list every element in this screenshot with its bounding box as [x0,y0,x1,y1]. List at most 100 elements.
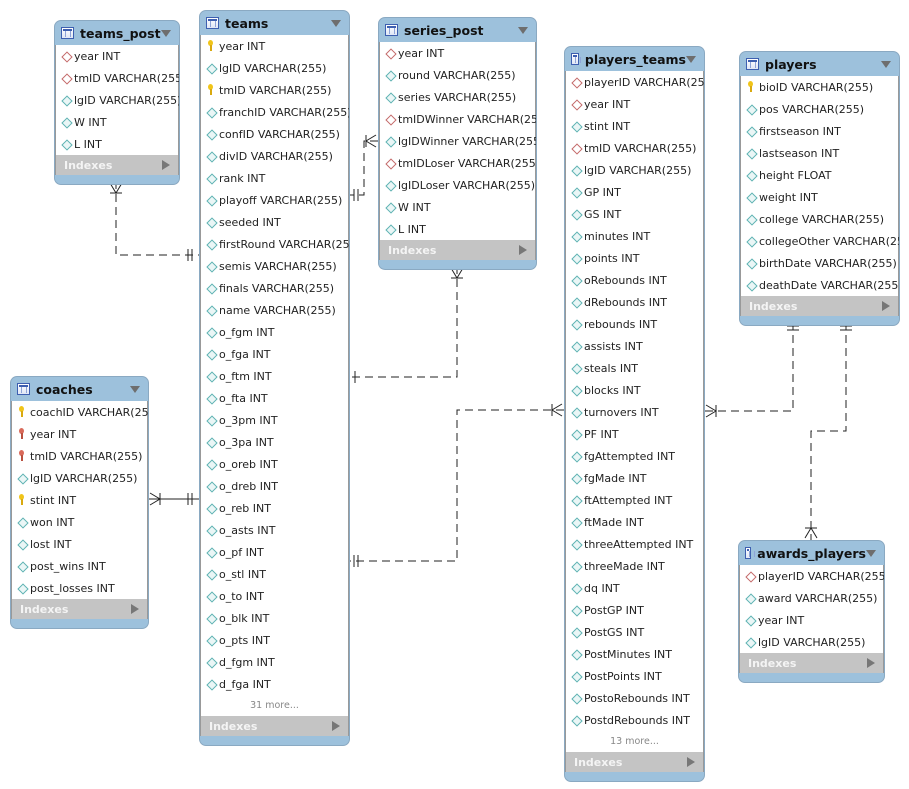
column-row[interactable]: points INT [566,247,703,269]
column-row[interactable]: playerID VARCHAR(255) [566,71,704,93]
column-row[interactable]: lost INT [12,533,147,555]
column-row[interactable]: fgAttempted INT [566,445,703,467]
relationship-teams_post-teams[interactable] [109,181,199,261]
column-row[interactable]: tmID VARCHAR(255) [566,137,703,159]
column-row[interactable]: GS INT [566,203,703,225]
column-row[interactable]: o_pf INT [201,541,348,563]
expand-arrow-icon[interactable] [687,757,695,767]
column-row[interactable]: divID VARCHAR(255) [201,145,348,167]
column-row[interactable]: playoff VARCHAR(255) [201,189,348,211]
expand-arrow-icon[interactable] [882,301,890,311]
relationship-series_post-teams-2[interactable] [349,266,464,383]
relationship-series_post-teams-1[interactable] [349,134,378,201]
column-row[interactable]: year INT [380,42,535,64]
column-row[interactable]: year INT [56,45,178,67]
more-columns-link[interactable]: 31 more... [201,695,348,716]
relationship-players_teams-players[interactable] [704,322,799,418]
column-row[interactable]: lgID VARCHAR(255) [56,89,179,111]
column-row[interactable]: confID VARCHAR(255) [201,123,348,145]
column-row[interactable]: d_fga INT [201,673,348,695]
column-row[interactable]: stint INT [566,115,703,137]
column-row[interactable]: o_fgm INT [201,321,348,343]
column-row[interactable]: semis VARCHAR(255) [201,255,348,277]
column-row[interactable]: o_3pa INT [201,431,348,453]
more-columns-link[interactable]: 13 more... [566,731,703,752]
column-row[interactable]: post_losses INT [12,577,147,599]
column-row[interactable]: weight INT [741,186,898,208]
column-row[interactable]: franchID VARCHAR(255) [201,101,349,123]
column-row[interactable]: o_fta INT [201,387,348,409]
column-row[interactable]: round VARCHAR(255) [380,64,535,86]
column-row[interactable]: PF INT [566,423,703,445]
column-row[interactable]: threeAttempted INT [566,533,703,555]
table-header[interactable]: teams [200,11,349,35]
column-row[interactable]: o_pts INT [201,629,348,651]
column-row[interactable]: L INT [380,218,535,240]
table-header[interactable]: coaches [11,377,148,401]
column-row[interactable]: tmIDWinner VARCHAR(255) [380,108,536,130]
column-row[interactable]: deathDate VARCHAR(255) [741,274,899,296]
table-header[interactable]: players [740,52,899,76]
dropdown-arrow-icon[interactable] [518,26,528,34]
dropdown-arrow-icon[interactable] [866,549,876,557]
column-row[interactable]: o_oreb INT [201,453,348,475]
table-players_teams[interactable]: players_teams playerID VARCHAR(255) year I… [564,46,705,782]
column-row[interactable]: birthDate VARCHAR(255) [741,252,898,274]
column-row[interactable]: lgIDWinner VARCHAR(255) [380,130,536,152]
column-row[interactable]: W INT [56,111,178,133]
column-row[interactable]: ftAttempted INT [566,489,703,511]
column-row[interactable]: o_ftm INT [201,365,348,387]
dropdown-arrow-icon[interactable] [881,60,891,68]
expand-arrow-icon[interactable] [867,658,875,668]
column-row[interactable]: playerID VARCHAR(255) [740,565,884,587]
column-row[interactable]: tmID VARCHAR(255) [56,67,179,89]
column-row[interactable]: tmID VARCHAR(255) [12,445,147,467]
column-row[interactable]: firstRound VARCHAR(255) [201,233,349,255]
column-row[interactable]: PostdRebounds INT [566,709,703,731]
column-row[interactable]: GP INT [566,181,703,203]
column-row[interactable]: collegeOther VARCHAR(255) [741,230,899,252]
column-row[interactable]: ftMade INT [566,511,703,533]
table-teams[interactable]: teams year INT lgID VARCHAR(255) tmID VARCH… [199,10,350,746]
column-row[interactable]: coachID VARCHAR(255) [12,401,148,423]
column-row[interactable]: o_asts INT [201,519,348,541]
column-row[interactable]: o_dreb INT [201,475,348,497]
column-row[interactable]: stint INT [12,489,147,511]
column-row[interactable]: won INT [12,511,147,533]
column-row[interactable]: PostGS INT [566,621,703,643]
column-row[interactable]: dRebounds INT [566,291,703,313]
column-row[interactable]: award VARCHAR(255) [740,587,883,609]
expand-arrow-icon[interactable] [519,245,527,255]
column-row[interactable]: name VARCHAR(255) [201,299,348,321]
table-header[interactable]: teams_post [55,21,179,45]
column-row[interactable]: firstseason INT [741,120,898,142]
column-row[interactable]: college VARCHAR(255) [741,208,898,230]
expand-arrow-icon[interactable] [131,604,139,614]
column-row[interactable]: bioID VARCHAR(255) [741,76,898,98]
indexes-section[interactable]: Indexes [565,752,704,772]
column-row[interactable]: tmIDLoser VARCHAR(255) [380,152,536,174]
table-awards_players[interactable]: awards_players playerID VARCHAR(255) award… [738,540,885,683]
dropdown-arrow-icon[interactable] [130,385,140,393]
column-row[interactable]: assists INT [566,335,703,357]
column-row[interactable]: seeded INT [201,211,348,233]
table-series_post[interactable]: series_post year INT round VARCHAR(255) ser… [378,17,537,270]
column-row[interactable]: lgID VARCHAR(255) [201,57,348,79]
column-row[interactable]: lgIDLoser VARCHAR(255) [380,174,535,196]
relationship-awards_players-players[interactable] [804,322,852,540]
relationship-players_teams-teams[interactable] [349,403,564,567]
column-row[interactable]: o_blk INT [201,607,348,629]
column-row[interactable]: W INT [380,196,535,218]
table-coaches[interactable]: coaches coachID VARCHAR(255) year INT tmID … [10,376,149,629]
dropdown-arrow-icon[interactable] [331,19,341,27]
table-header[interactable]: awards_players [739,541,884,565]
column-row[interactable]: PostoRebounds INT [566,687,703,709]
indexes-section[interactable]: Indexes [11,599,148,619]
indexes-section[interactable]: Indexes [740,296,899,316]
column-row[interactable]: series VARCHAR(255) [380,86,535,108]
table-teams_post[interactable]: teams_post year INT tmID VARCHAR(255) lgID … [54,20,180,185]
dropdown-arrow-icon[interactable] [686,55,696,63]
column-row[interactable]: PostMinutes INT [566,643,703,665]
eer-diagram-canvas[interactable]: teams_post year INT tmID VARCHAR(255) lgID … [0,0,909,789]
column-row[interactable]: fgMade INT [566,467,703,489]
